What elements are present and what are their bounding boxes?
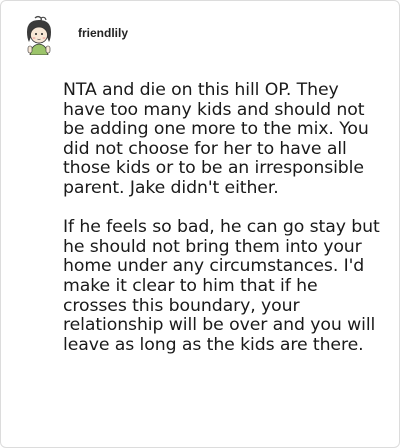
comment-paragraph: If he feels so bad, he can go stay but h… [63,217,380,355]
comment-card: friendlily NTA and die on this hill OP. … [0,0,400,448]
username[interactable]: friendlily [78,26,128,40]
comment-paragraph: NTA and die on this hill OP. They have t… [63,80,369,198]
cartoon-avatar-icon[interactable] [21,15,57,56]
comment-body: NTA and die on this hill OP. They have t… [63,80,383,355]
comment-header: friendlily [21,15,128,56]
